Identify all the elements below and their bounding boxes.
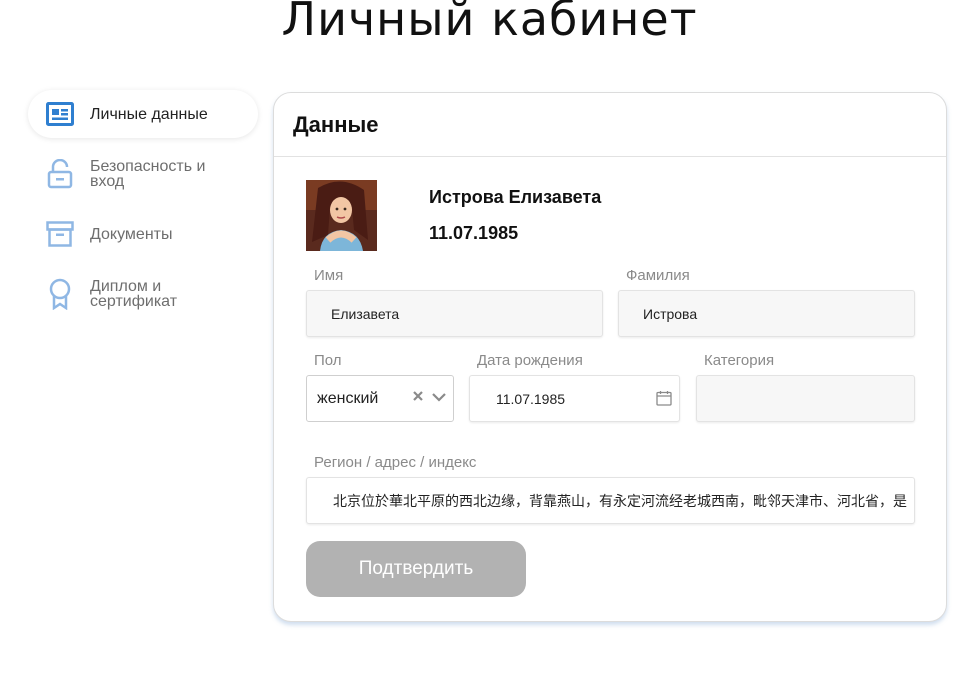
profile-birth-date: 11.07.1985	[429, 223, 519, 243]
gender-label: Пол	[314, 352, 342, 369]
first-name-value: Елизавета	[331, 305, 400, 322]
personal-data-card: Данные Истрова Елизавета 11.07.1985 Имя …	[273, 92, 947, 622]
sidebar-item-diploma[interactable]: Диплом и сертификат	[28, 266, 258, 322]
sidebar-item-security[interactable]: Безопасность и вход	[28, 146, 258, 202]
id-card-icon	[46, 100, 74, 128]
unlock-icon	[46, 159, 74, 189]
archive-box-icon	[46, 220, 74, 248]
card-header: Данные	[274, 93, 946, 157]
card-title: Данные	[293, 111, 379, 137]
sidebar-item-label: Диплом и сертификат	[90, 278, 178, 310]
sidebar: Личные данные Безопасность и вход Докуме…	[28, 90, 258, 330]
last-name-label: Фамилия	[626, 267, 690, 284]
birth-date-field[interactable]: 11.07.1985	[469, 375, 680, 422]
calendar-icon[interactable]	[656, 390, 672, 409]
last-name-field[interactable]: Истрова	[618, 290, 915, 337]
last-name-value: Истрова	[643, 305, 698, 322]
chevron-down-icon[interactable]	[431, 390, 447, 408]
category-label: Категория	[704, 352, 775, 369]
first-name-label: Имя	[314, 267, 344, 284]
submit-button[interactable]: Подтвердить	[306, 541, 526, 597]
profile-name: Истрова Елизавета	[429, 187, 602, 207]
clear-icon[interactable]	[411, 389, 425, 408]
gender-select[interactable]: женский	[306, 375, 454, 422]
address-field[interactable]: 北京位於華北平原的西北边缘，背靠燕山，有永定河流经老城西南，毗邻天津市、河北省，…	[306, 477, 915, 524]
sidebar-item-label: Документы	[90, 225, 173, 243]
address-value: 北京位於華北平原的西北边缘，背靠燕山，有永定河流经老城西南，毗邻天津市、河北省，…	[333, 492, 907, 509]
birth-date-label: Дата рождения	[477, 352, 583, 369]
sidebar-item-personal-data[interactable]: Личные данные	[28, 90, 258, 138]
sidebar-item-label: Безопасность и вход	[90, 158, 206, 190]
first-name-field[interactable]: Елизавета	[306, 290, 603, 337]
category-field[interactable]	[696, 375, 915, 422]
sidebar-item-documents[interactable]: Документы	[28, 210, 258, 258]
avatar	[306, 180, 377, 251]
page-title: Личный кабинет	[281, 0, 698, 46]
award-icon	[46, 278, 74, 310]
sidebar-item-label: Личные данные	[90, 105, 208, 123]
gender-value: женский	[317, 389, 379, 407]
address-label: Регион / адрес / индекс	[314, 454, 477, 471]
birth-date-value: 11.07.1985	[496, 390, 566, 407]
